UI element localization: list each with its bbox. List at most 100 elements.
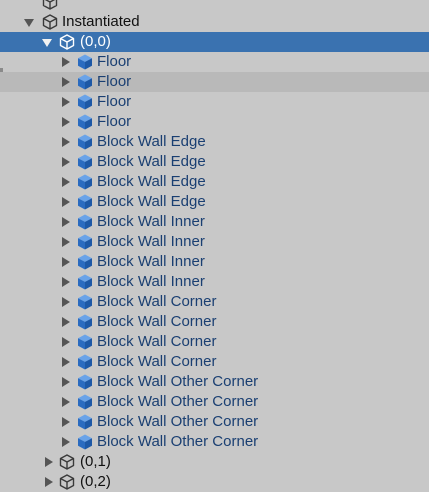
collapse-arrow-icon[interactable] (62, 317, 70, 327)
tree-row-sibling-group[interactable]: (0,2) (0, 472, 429, 492)
expand-arrow-icon[interactable] (24, 19, 34, 27)
prefab-cube-icon (78, 254, 92, 270)
prefab-cube-icon (78, 374, 92, 390)
tree-row-child[interactable]: Block Wall Other Corner (0, 372, 429, 392)
prefab-cube-icon (78, 294, 92, 310)
tree-row-child[interactable]: Block Wall Other Corner (0, 432, 429, 452)
collapse-arrow-icon[interactable] (62, 117, 70, 127)
collapse-arrow-icon[interactable] (62, 237, 70, 247)
tree-item-label: Floor (97, 113, 132, 130)
tree-row-child[interactable]: Block Wall Corner (0, 312, 429, 332)
collapse-arrow-icon[interactable] (62, 217, 70, 227)
tree-item-label: Block Wall Other Corner (97, 373, 259, 390)
tree-row-child[interactable]: Floor (0, 72, 429, 92)
tree-item-label: Instantiated (62, 13, 140, 30)
prefab-cube-icon (78, 214, 92, 230)
prefab-cube-icon (78, 334, 92, 350)
prefab-cube-icon (78, 434, 92, 450)
collapse-arrow-icon[interactable] (62, 257, 70, 267)
tree-row-child[interactable]: Block Wall Edge (0, 172, 429, 192)
gameobject-cube-icon (42, 14, 58, 30)
collapse-arrow-icon[interactable] (62, 277, 70, 287)
tree-row-child[interactable]: Block Wall Corner (0, 292, 429, 312)
gameobject-cube-icon (59, 34, 75, 50)
children-list: Floor Floor Floor Floor Block Wall Edge Block… (0, 52, 429, 452)
prefab-cube-icon (78, 274, 92, 290)
tree-row-child[interactable]: Block Wall Edge (0, 132, 429, 152)
collapse-arrow-icon[interactable] (62, 357, 70, 367)
collapse-arrow-icon[interactable] (62, 297, 70, 307)
collapse-arrow-icon[interactable] (62, 177, 70, 187)
tree-item-label: Block Wall Inner (97, 233, 205, 250)
tree-row-child[interactable]: Block Wall Inner (0, 232, 429, 252)
tree-row-partial (0, 0, 429, 12)
collapse-arrow-icon[interactable] (62, 417, 70, 427)
prefab-cube-icon (78, 114, 92, 130)
tree-row-child[interactable]: Block Wall Edge (0, 192, 429, 212)
hierarchy-tree: Instantiated (0,0) Floor Floor Floor Floor B… (0, 0, 429, 492)
tree-item-label: Block Wall Edge (97, 193, 206, 210)
prefab-cube-icon (78, 174, 92, 190)
collapse-arrow-icon[interactable] (62, 137, 70, 147)
prefab-cube-icon (78, 54, 92, 70)
tree-row-child[interactable]: Block Wall Inner (0, 212, 429, 232)
tree-item-label: Floor (97, 73, 132, 90)
hierarchy-panel: { "hierarchy": { "root": { "label": "Ins… (0, 0, 429, 490)
tree-item-label: Block Wall Corner (97, 313, 217, 330)
tree-row-child[interactable]: Block Wall Corner (0, 332, 429, 352)
tree-row-child[interactable]: Floor (0, 52, 429, 72)
collapse-arrow-icon[interactable] (62, 397, 70, 407)
prefab-cube-icon (78, 74, 92, 90)
tree-item-label: Block Wall Other Corner (97, 413, 259, 430)
tree-item-label: (0,0) (80, 33, 111, 50)
prefab-cube-icon (78, 94, 92, 110)
collapse-arrow-icon[interactable] (62, 57, 70, 67)
siblings-list: (0,1) (0,2) (0, 452, 429, 492)
prefab-cube-icon (78, 154, 92, 170)
tree-item-label: Block Wall Other Corner (97, 433, 259, 450)
prefab-cube-icon (78, 134, 92, 150)
prefab-cube-icon (78, 414, 92, 430)
prefab-cube-icon (78, 354, 92, 370)
collapse-arrow-icon[interactable] (62, 377, 70, 387)
gameobject-cube-icon (59, 474, 75, 490)
tree-row-child[interactable]: Block Wall Inner (0, 252, 429, 272)
tree-row-child[interactable]: Block Wall Other Corner (0, 392, 429, 412)
tree-item-label: Block Wall Inner (97, 273, 205, 290)
collapse-arrow-icon[interactable] (62, 197, 70, 207)
tree-row-child[interactable]: Block Wall Edge (0, 152, 429, 172)
tree-item-label: Block Wall Corner (97, 333, 217, 350)
expand-arrow-icon[interactable] (42, 39, 52, 47)
tree-item-label: Block Wall Edge (97, 153, 206, 170)
collapse-arrow-icon[interactable] (62, 157, 70, 167)
tree-row-selected-group[interactable]: (0,0) (0, 32, 429, 52)
tree-row-child[interactable]: Floor (0, 92, 429, 112)
tree-item-label: (0,1) (80, 453, 111, 470)
tree-row-child[interactable]: Block Wall Corner (0, 352, 429, 372)
collapse-arrow-icon[interactable] (62, 77, 70, 87)
prefab-cube-icon (78, 234, 92, 250)
tree-item-label: Block Wall Edge (97, 173, 206, 190)
tree-item-label: Floor (97, 53, 132, 70)
collapse-arrow-icon[interactable] (62, 437, 70, 447)
tree-item-label: Block Wall Inner (97, 253, 205, 270)
gameobject-cube-icon (42, 0, 58, 10)
tree-row-child[interactable]: Block Wall Inner (0, 272, 429, 292)
prefab-cube-icon (78, 394, 92, 410)
tree-item-label: (0,2) (80, 473, 111, 490)
prefab-cube-icon (78, 314, 92, 330)
collapse-arrow-icon[interactable] (62, 97, 70, 107)
collapse-arrow-icon[interactable] (62, 337, 70, 347)
tree-item-label: Block Wall Inner (97, 213, 205, 230)
tree-item-label: Block Wall Other Corner (97, 393, 259, 410)
tree-item-label: Block Wall Edge (97, 133, 206, 150)
tree-item-label: Block Wall Corner (97, 353, 217, 370)
tree-row-sibling-group[interactable]: (0,1) (0, 452, 429, 472)
collapse-arrow-icon[interactable] (45, 457, 53, 467)
tree-row-child[interactable]: Block Wall Other Corner (0, 412, 429, 432)
tree-item-label: Block Wall Corner (97, 293, 217, 310)
tree-row-child[interactable]: Floor (0, 112, 429, 132)
tree-row-instantiated[interactable]: Instantiated (0, 12, 429, 32)
prefab-cube-icon (78, 194, 92, 210)
gameobject-cube-icon (59, 454, 75, 470)
